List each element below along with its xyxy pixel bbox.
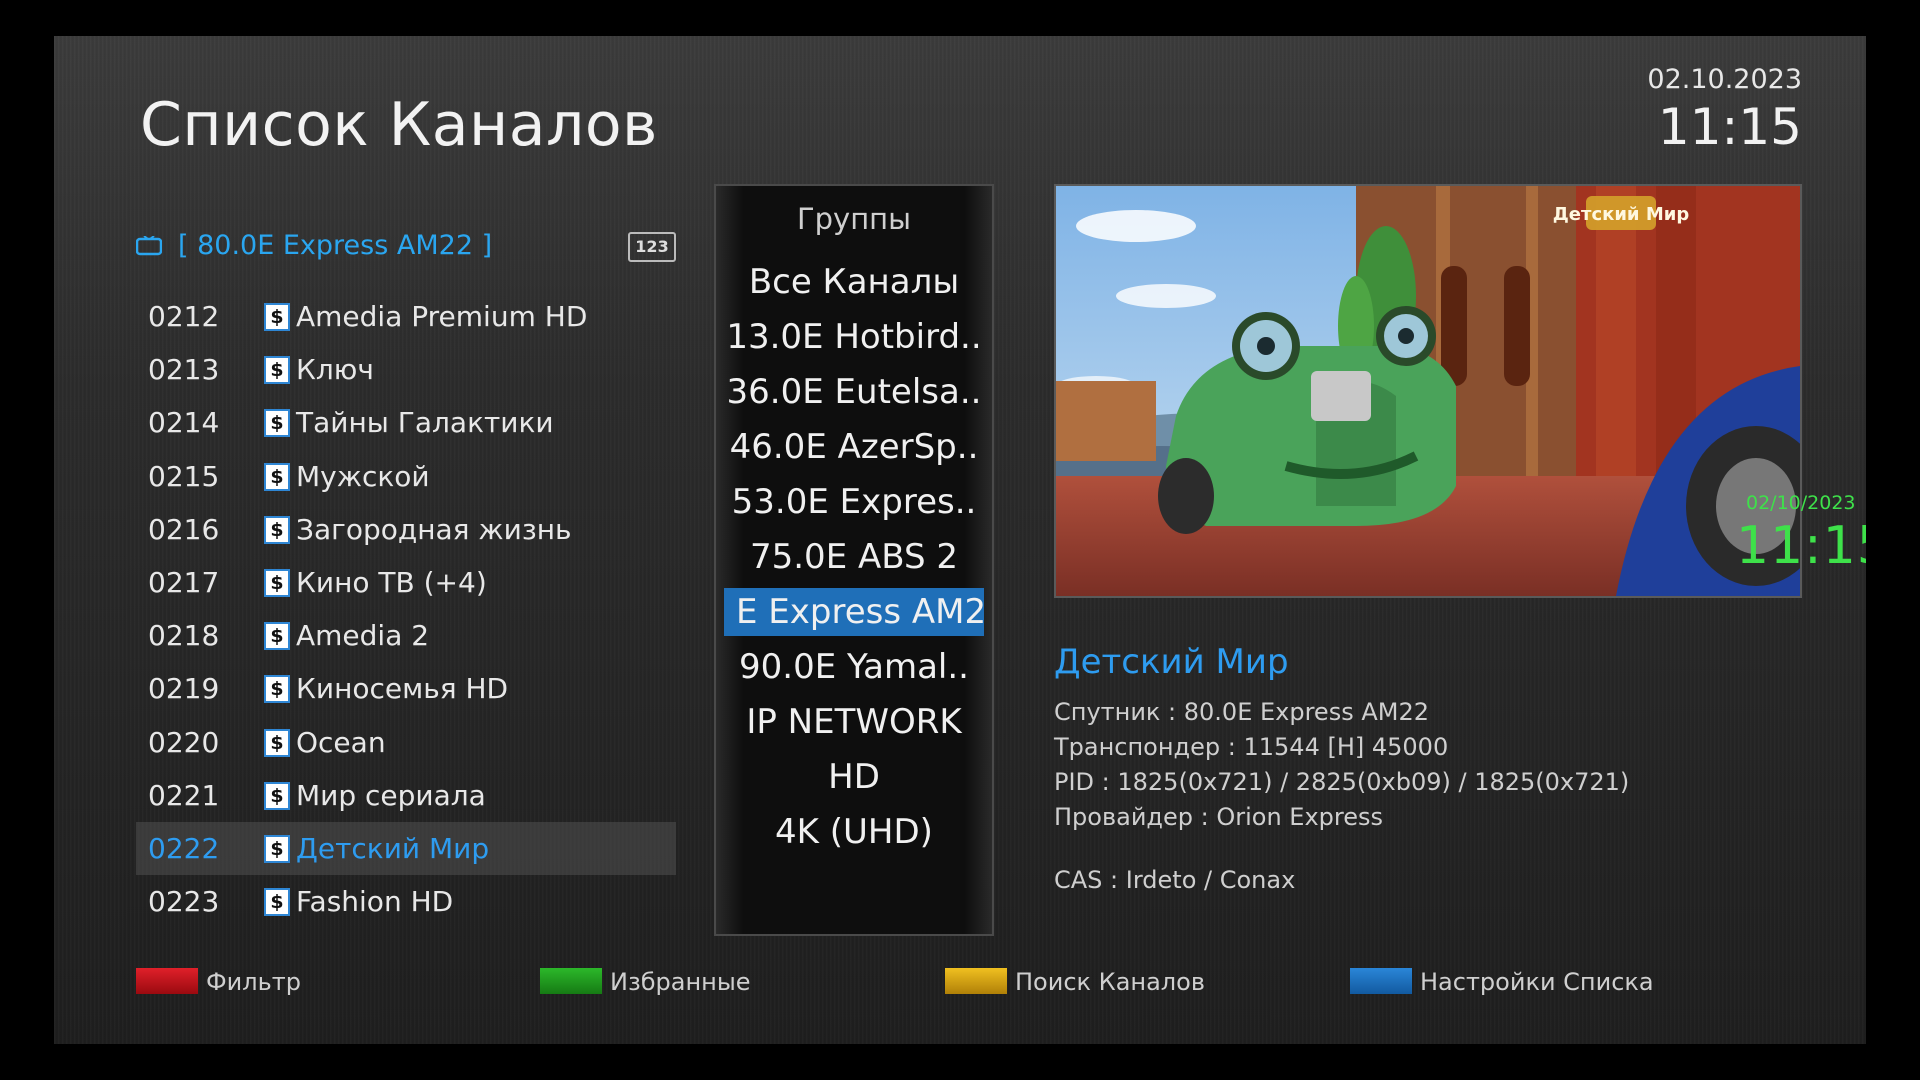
scrambled-icon: $ xyxy=(264,303,290,331)
scrambled-icon: $ xyxy=(264,622,290,651)
channel-logo-text: Детский Мир xyxy=(1553,204,1690,225)
channel-number: 0219 xyxy=(148,672,220,706)
channel-name: Ключ xyxy=(296,353,374,387)
group-item[interactable]: IP NETWORK xyxy=(724,698,984,746)
legend-label: Избранные xyxy=(610,968,751,996)
channel-row[interactable]: 0216 $ Загородная жизнь xyxy=(136,503,676,556)
channel-list-screen: Список Каналов 02.10.2023 11:15 [ 80.0E … xyxy=(54,36,1866,1044)
channel-row[interactable]: 0221 $ Мир сериала xyxy=(136,769,676,822)
red-key-icon xyxy=(136,968,198,994)
info-pid: PID : 1825(0x721) / 2825(0xb09) / 1825(0… xyxy=(1054,768,1630,796)
channel-name: Amedia 2 xyxy=(296,619,430,653)
info-channel-name: Детский Мир xyxy=(1054,642,1289,682)
legend-label: Настройки Списка xyxy=(1420,968,1654,996)
group-item[interactable]: 4K (UHD) xyxy=(724,808,984,856)
channel-name: Тайны Галактики xyxy=(296,406,554,440)
channel-row[interactable]: 0220 $ Ocean xyxy=(136,716,676,769)
channel-list: 0212 $ Amedia Premium HD 0213 $ Ключ 0214 $ Та… xyxy=(136,290,676,928)
preview-time: 11:15 xyxy=(1736,516,1866,576)
green-key-icon xyxy=(540,968,602,994)
channel-name: Ocean xyxy=(296,725,386,759)
channel-number: 0212 xyxy=(148,300,220,333)
scrambled-icon: $ xyxy=(264,356,290,385)
satellite-label: [ 80.0E Express AM22 ] xyxy=(178,230,493,261)
channel-number: 0214 xyxy=(148,406,220,440)
preview-date: 02/10/2023 xyxy=(1746,492,1856,514)
channel-number: 0217 xyxy=(148,565,220,599)
channel-name: Мужской xyxy=(296,459,430,493)
preview-frame-image: Детский Мир xyxy=(1056,186,1800,596)
channel-row[interactable]: 0217 $ Кино ТВ (+4) xyxy=(136,556,676,609)
scrambled-icon: $ xyxy=(264,515,290,544)
group-item[interactable]: 90.0E Yamal.. xyxy=(724,643,984,691)
group-item[interactable]: HD xyxy=(724,753,984,801)
channel-row[interactable]: 0215 $ Мужской xyxy=(136,450,676,503)
channel-number: 0221 xyxy=(148,778,220,812)
group-item-selected[interactable]: E Express AM2 xyxy=(724,588,984,636)
scrambled-icon: $ xyxy=(264,834,290,863)
scrambled-icon: $ xyxy=(264,888,290,917)
channel-number: 0222 xyxy=(148,831,220,865)
channel-number: 0215 xyxy=(148,459,220,493)
channel-name: Amedia Premium HD xyxy=(296,300,588,333)
info-satellite: Спутник : 80.0E Express AM22 xyxy=(1054,698,1429,726)
group-item[interactable]: 36.0E Eutelsa.. xyxy=(724,368,984,416)
channel-row[interactable]: 0213 $ Ключ xyxy=(136,343,676,396)
channel-name: Киносемья HD xyxy=(296,672,509,706)
group-item[interactable]: 46.0E AzerSp.. xyxy=(724,423,984,471)
group-item[interactable]: 13.0E Hotbird.. xyxy=(724,313,984,361)
info-transponder: Транспондер : 11544 [H] 45000 xyxy=(1054,733,1449,761)
blue-key-icon xyxy=(1350,968,1412,994)
channel-name: Кино ТВ (+4) xyxy=(296,565,487,599)
yellow-key-icon xyxy=(945,968,1007,994)
channel-name: Мир сериала xyxy=(296,778,486,812)
legend-label: Фильтр xyxy=(206,968,301,996)
group-item[interactable]: Все Каналы xyxy=(724,258,984,306)
channel-number: 0213 xyxy=(148,353,220,387)
header-time: 11:15 xyxy=(1657,98,1802,156)
header-date: 02.10.2023 xyxy=(1647,64,1802,95)
groups-title: Группы xyxy=(796,202,912,236)
number-mode-badge: 123 xyxy=(628,232,676,262)
scrambled-icon: $ xyxy=(264,728,290,757)
group-item[interactable]: 53.0E Expres.. xyxy=(724,478,984,526)
groups-panel: Группы Все Каналы 13.0E Hotbird.. 36.0E … xyxy=(714,184,994,936)
channel-name: Детский Мир xyxy=(296,831,490,865)
channel-name: Загородная жизнь xyxy=(296,512,572,546)
scrambled-icon: $ xyxy=(264,781,290,810)
channel-row-selected[interactable]: 0222 $ Детский Мир xyxy=(136,821,676,876)
scrambled-icon: $ xyxy=(264,409,290,438)
channel-row[interactable]: 0218 $ Amedia 2 xyxy=(136,609,676,662)
scrambled-icon: $ xyxy=(264,675,290,704)
channel-row[interactable]: 0212 $ Amedia Premium HD xyxy=(136,290,676,343)
channel-number: 0216 xyxy=(148,512,220,546)
channel-row[interactable]: 0219 $ Киносемья HD xyxy=(136,662,676,715)
tv-icon xyxy=(136,236,162,256)
legend-label: Поиск Каналов xyxy=(1015,968,1205,996)
channel-number: 0220 xyxy=(148,725,220,759)
scrambled-icon: $ xyxy=(264,462,290,491)
info-cas: CAS : Irdeto / Conax xyxy=(1054,866,1296,894)
channel-row[interactable]: 0214 $ Тайны Галактики xyxy=(136,396,676,449)
video-preview: Детский Мир xyxy=(1054,184,1802,598)
info-provider: Провайдер : Orion Express xyxy=(1054,803,1384,831)
page-title: Список Каналов xyxy=(140,90,658,160)
channel-number: 0218 xyxy=(148,619,220,653)
channel-number: 0223 xyxy=(148,885,220,919)
channel-name: Fashion HD xyxy=(296,885,454,919)
channel-row[interactable]: 0223 $ Fashion HD xyxy=(136,875,676,928)
group-item[interactable]: 75.0E ABS 2 xyxy=(724,533,984,581)
satellite-header: [ 80.0E Express AM22 ] 123 xyxy=(136,228,676,268)
scrambled-icon: $ xyxy=(264,568,290,597)
